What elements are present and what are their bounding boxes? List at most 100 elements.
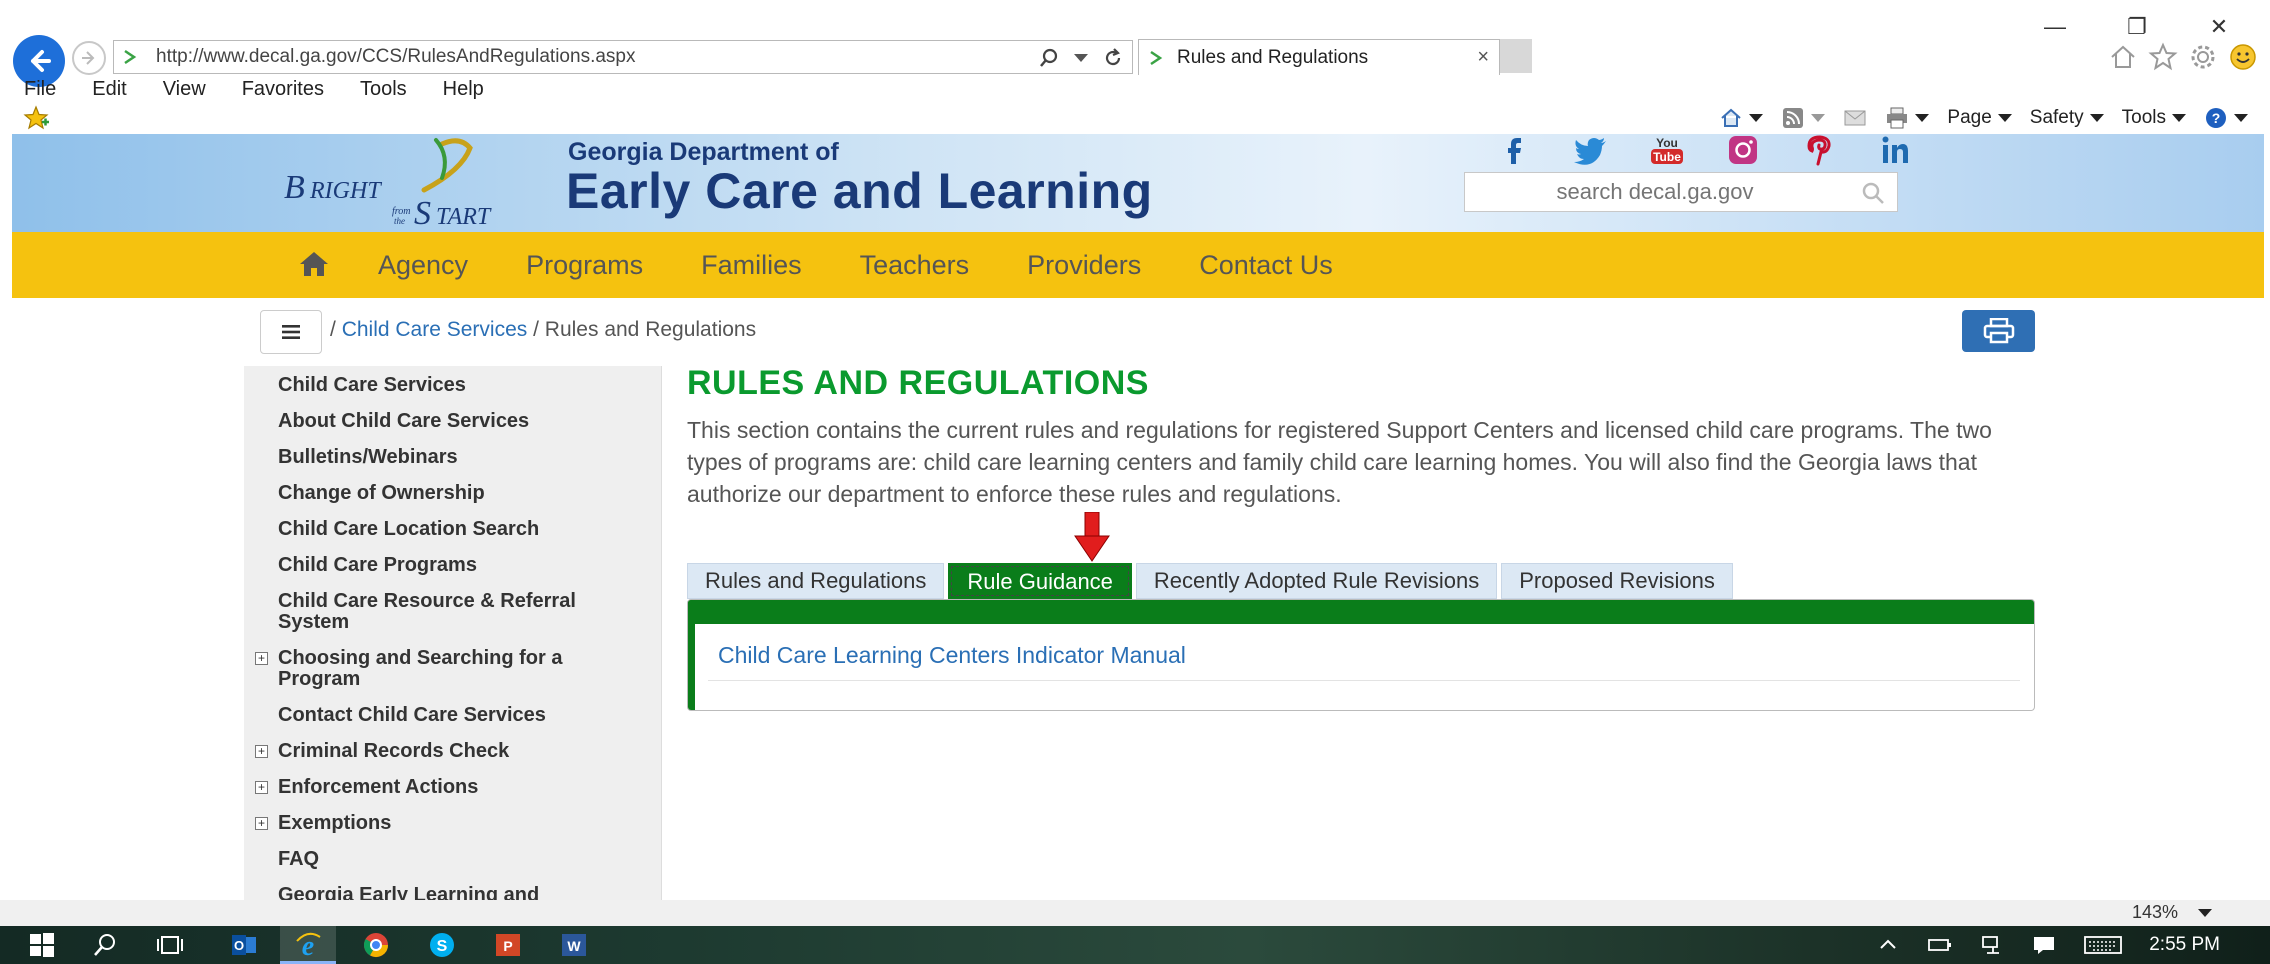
outlook-icon[interactable]: O: [230, 931, 258, 959]
mail-command[interactable]: [1843, 106, 1867, 130]
sidebar-item-resource-referral[interactable]: Child Care Resource & Referral System: [244, 591, 644, 633]
expand-icon[interactable]: +: [255, 781, 268, 794]
sidebar-item-contact[interactable]: Contact Child Care Services: [244, 705, 661, 726]
home-command[interactable]: [1719, 106, 1764, 130]
menu-view[interactable]: View: [139, 74, 218, 104]
favorites-star-icon[interactable]: [2148, 42, 2178, 72]
search-icon[interactable]: [92, 931, 120, 959]
nav-teachers[interactable]: Teachers: [860, 250, 970, 281]
battery-icon[interactable]: [1927, 934, 1953, 956]
zoom-level: 143%: [2132, 902, 2179, 922]
sidebar-item-programs[interactable]: Child Care Programs: [244, 555, 661, 576]
nav-contact-us[interactable]: Contact Us: [1199, 250, 1333, 281]
chevron-down-icon: [1915, 114, 1930, 122]
close-button[interactable]: ✕: [2178, 10, 2260, 44]
chrome-icon[interactable]: [362, 931, 390, 959]
instagram-link[interactable]: [1705, 134, 1781, 170]
home-icon[interactable]: [2108, 42, 2138, 72]
facebook-link[interactable]: [1477, 134, 1553, 170]
nav-programs[interactable]: Programs: [526, 250, 643, 281]
home-icon[interactable]: [298, 250, 330, 278]
menu-favorites[interactable]: Favorites: [218, 74, 336, 104]
sidebar-item-child-care-services[interactable]: Child Care Services: [244, 375, 661, 396]
network-icon[interactable]: [1979, 934, 2005, 956]
sidebar-item-label: Choosing and Searching for a Program: [278, 647, 563, 690]
restore-button[interactable]: ❐: [2096, 10, 2178, 44]
chevron-up-icon[interactable]: [1875, 934, 1901, 956]
task-view-icon[interactable]: [156, 931, 184, 959]
feeds-command[interactable]: [1781, 106, 1826, 130]
sidebar-item-location-search[interactable]: Child Care Location Search: [244, 519, 661, 540]
nav-providers[interactable]: Providers: [1027, 250, 1141, 281]
pinterest-link[interactable]: [1781, 134, 1857, 170]
word-icon[interactable]: W: [560, 931, 588, 959]
nav-agency[interactable]: Agency: [378, 250, 468, 281]
svg-text:TART: TART: [436, 204, 492, 230]
keyboard-icon[interactable]: [2083, 934, 2123, 956]
breadcrumb-child-care-services[interactable]: Child Care Services: [342, 318, 528, 341]
search-icon[interactable]: [1861, 181, 1885, 205]
zoom-control[interactable]: 143%: [2132, 902, 2213, 923]
page-command[interactable]: Page: [1947, 107, 2012, 129]
browser-tab[interactable]: Rules and Regulations ×: [1138, 39, 1500, 75]
expand-icon[interactable]: +: [255, 745, 268, 758]
nav-families[interactable]: Families: [701, 250, 802, 281]
notification-icon[interactable]: [2031, 934, 2057, 956]
sidebar-item-bulletins[interactable]: Bulletins/Webinars: [244, 447, 661, 468]
twitter-link[interactable]: [1553, 134, 1629, 170]
indicator-manual-link[interactable]: Child Care Learning Centers Indicator Ma…: [718, 642, 1186, 669]
skype-icon[interactable]: S: [428, 931, 456, 959]
chevron-down-icon: [1997, 114, 2012, 122]
tab-rule-guidance[interactable]: Rule Guidance: [948, 563, 1132, 599]
linkedin-link[interactable]: [1857, 134, 1933, 170]
print-command[interactable]: [1885, 106, 1930, 130]
new-tab-button[interactable]: [1500, 39, 1532, 73]
print-button[interactable]: [1962, 310, 2035, 352]
refresh-icon[interactable]: [1102, 47, 1124, 69]
sidebar-item-faq[interactable]: FAQ: [244, 849, 661, 870]
add-favorites-icon[interactable]: [22, 104, 50, 132]
gear-icon[interactable]: [2188, 42, 2218, 72]
search-icon[interactable]: [1038, 47, 1060, 69]
sidebar-item-choosing[interactable]: + Choosing and Searching for a Program: [244, 648, 644, 690]
tab-close-button[interactable]: ×: [1477, 46, 1489, 69]
site-search-input[interactable]: [1465, 173, 1845, 211]
browser-right-icons: [2108, 42, 2258, 72]
intro-paragraph: This section contains the current rules …: [687, 417, 1992, 507]
tools-command[interactable]: Tools: [2122, 107, 2186, 129]
url-text[interactable]: http://www.decal.ga.gov/CCS/RulesAndRegu…: [156, 46, 635, 68]
sidebar-toggle-button[interactable]: [260, 310, 322, 354]
address-bar[interactable]: http://www.decal.ga.gov/CCS/RulesAndRegu…: [113, 40, 1133, 74]
svg-text:Tube: Tube: [1653, 150, 1681, 164]
tab-recently-adopted[interactable]: Recently Adopted Rule Revisions: [1135, 563, 1498, 599]
internet-explorer-icon[interactable]: e: [294, 931, 322, 959]
department-title[interactable]: Early Care and Learning: [566, 162, 1153, 220]
sidebar-item-about[interactable]: About Child Care Services: [244, 411, 661, 432]
status-bar: 143%: [0, 900, 2270, 926]
chevron-down-icon: [2172, 114, 2186, 122]
menu-help[interactable]: Help: [419, 74, 496, 104]
bright-from-the-start-logo[interactable]: B RIGHT from the S TART: [274, 134, 534, 230]
sidebar-item-enforcement[interactable]: + Enforcement Actions: [244, 777, 661, 798]
help-command[interactable]: ?: [2204, 106, 2248, 130]
sidebar-item-criminal-records[interactable]: + Criminal Records Check: [244, 741, 661, 762]
windows-start-icon[interactable]: [28, 931, 56, 959]
tab-rules-and-regulations[interactable]: Rules and Regulations: [687, 563, 945, 599]
forward-button[interactable]: [72, 41, 106, 75]
sidebar-item-change-of-ownership[interactable]: Change of Ownership: [244, 483, 661, 504]
minimize-button[interactable]: —: [2014, 10, 2096, 44]
sidebar-item-exemptions[interactable]: + Exemptions: [244, 813, 661, 834]
tab-proposed-revisions[interactable]: Proposed Revisions: [1501, 563, 1733, 599]
expand-icon[interactable]: +: [255, 652, 268, 665]
sidebar-item-label: About Child Care Services: [278, 410, 530, 432]
safety-command[interactable]: Safety: [2030, 107, 2104, 129]
powerpoint-icon[interactable]: P: [494, 931, 522, 959]
menu-file[interactable]: File: [0, 74, 68, 104]
youtube-link[interactable]: You Tube: [1629, 134, 1705, 170]
menu-tools[interactable]: Tools: [336, 74, 419, 104]
search-dropdown-icon[interactable]: [1074, 54, 1088, 62]
expand-icon[interactable]: +: [255, 817, 268, 830]
clock[interactable]: 2:55 PM: [2149, 934, 2220, 956]
smiley-icon[interactable]: [2228, 42, 2258, 72]
menu-edit[interactable]: Edit: [68, 74, 138, 104]
